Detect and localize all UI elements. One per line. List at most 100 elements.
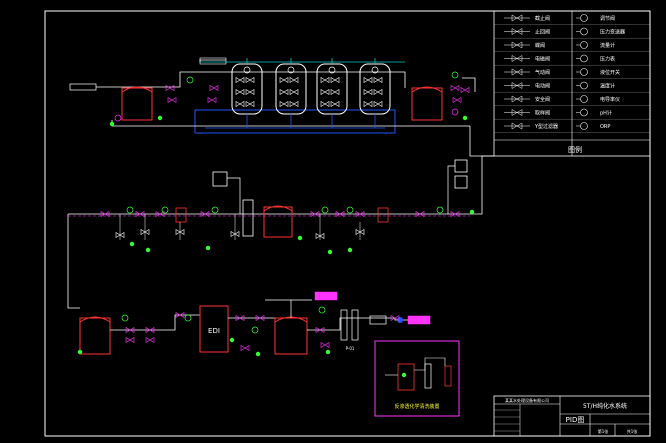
valve-icon (167, 96, 177, 104)
valve-icon (450, 84, 460, 92)
legend-label-left: 截止阀 (535, 15, 550, 22)
valve-icon (320, 88, 330, 96)
ro-unit-1 (242, 199, 254, 237)
valve-icon (373, 100, 383, 108)
project-title: 5T/H纯化水系统 (583, 402, 627, 410)
valve-icon (320, 341, 330, 349)
pump-icon (129, 241, 135, 247)
valve-icon (207, 96, 217, 104)
legend-label-right: 调节阀 (600, 15, 615, 22)
valve-icon (235, 76, 245, 84)
pump-icon (255, 351, 261, 357)
intermediate-tank (411, 87, 443, 121)
instrument-icon (580, 54, 588, 63)
pump-icon (401, 372, 407, 378)
cip-cleaning-box: 反渗透化学清洗装置 (374, 340, 460, 417)
instrument-icon (580, 108, 588, 117)
legend-label-right: ORP (600, 124, 610, 130)
legend-label-left: Y型过滤器 (534, 123, 558, 130)
valve-icon (363, 100, 373, 108)
top-section (69, 57, 494, 157)
valve-icon (320, 100, 330, 108)
legend-label-right: 电导率仪 (600, 96, 620, 103)
legend-label-left: 安全阀 (535, 96, 550, 103)
legend-label-left: 电磁阀 (535, 56, 550, 63)
valve-icon (235, 88, 245, 96)
valve-icon (245, 88, 255, 96)
pump-icon (327, 249, 333, 255)
valve-icon (209, 84, 219, 92)
instrument-icon (121, 314, 129, 322)
middle-water-tank (263, 206, 293, 238)
valve-icon (235, 100, 245, 108)
valve-icon (145, 336, 155, 344)
polishing-filter-tag: P-01 (346, 346, 355, 351)
legend-label-left: 蝶阀 (535, 42, 545, 49)
polishing-filter-2 (351, 309, 359, 341)
top-instrument-box (199, 57, 227, 65)
outlet-tag-2 (407, 315, 431, 325)
valve-icon (460, 86, 470, 94)
valve-icon (279, 100, 289, 108)
pump-icon (157, 115, 163, 121)
legend-label-left: 气动阀 (535, 69, 550, 76)
total-sheets: 共1张 (627, 428, 638, 434)
pid-drawing-canvas: 截止阀 调节阀止回阀 压力变送器蝶阀 流量计电磁阀 压力表气动阀 液位开关电动阀 温度计安全… (44, 10, 651, 437)
valve-icon (289, 88, 299, 96)
pump-icon (325, 349, 331, 355)
pump-icon (145, 247, 151, 253)
valve-icon (165, 84, 175, 92)
dosing-tank-2 (454, 159, 468, 173)
raw-water-tank (121, 87, 153, 121)
pump-icon (205, 245, 211, 251)
instrument-icon (451, 71, 459, 79)
legend-section-label: 图例 (568, 145, 582, 154)
drawing-title: PID图 (566, 416, 585, 424)
company-name: 某某水处理设备有限公司 (505, 397, 549, 403)
valve-icon (373, 76, 383, 84)
valve-icon (289, 76, 299, 84)
instrument-icon (126, 206, 134, 214)
instrument-icon (580, 41, 588, 49)
instrument-icon (580, 27, 588, 36)
sheet-number: 第1张 (598, 428, 609, 434)
valve-icon (289, 100, 299, 108)
legend-label-left: 电动阀 (535, 83, 550, 90)
pump-icon (229, 337, 235, 343)
valve-icon (363, 88, 373, 96)
polishing-filter-1 (340, 309, 348, 341)
instrument-icon (580, 68, 588, 76)
instrument-icon (184, 314, 192, 322)
valve-icon (373, 88, 383, 96)
legend-label-right: 温度计 (600, 83, 615, 90)
dosing-tank-1 (212, 171, 228, 187)
legend-label-right: pH计 (600, 110, 612, 117)
middle-section (67, 155, 494, 309)
instrument-icon (436, 206, 444, 214)
instrument-icon (186, 76, 194, 84)
uv-unit (369, 315, 387, 325)
pump-icon (77, 349, 83, 355)
instrument-icon (114, 114, 122, 122)
pump-icon (297, 235, 303, 241)
legend-label-left: 止回阀 (535, 29, 550, 36)
edi-label: EDI (208, 327, 220, 335)
instrument-icon (580, 14, 588, 22)
instrument-icon (211, 206, 219, 214)
cip-title: 反渗透化学清洗装置 (394, 403, 439, 410)
cartridge-filter-1 (175, 207, 187, 223)
cip-filter (424, 363, 432, 389)
legend-label-right: 压力表 (600, 56, 615, 63)
valve-icon (330, 100, 340, 108)
outlet-tag-1 (314, 291, 338, 301)
instrument-icon (580, 81, 588, 90)
legend-table: 截止阀 调节阀止回阀 压力变送器蝶阀 流量计电磁阀 压力表气动阀 液位开关电动阀 温度计安全… (493, 10, 651, 157)
product-water-tank (274, 317, 308, 355)
legend-label-right: 压力变送器 (600, 29, 625, 36)
instrument-icon (451, 108, 459, 116)
cip-dosing (444, 365, 452, 387)
valve-icon (245, 100, 255, 108)
legend-label-left: 取样阀 (535, 110, 550, 117)
inlet-tag (69, 83, 97, 91)
pump-icon (469, 209, 475, 215)
